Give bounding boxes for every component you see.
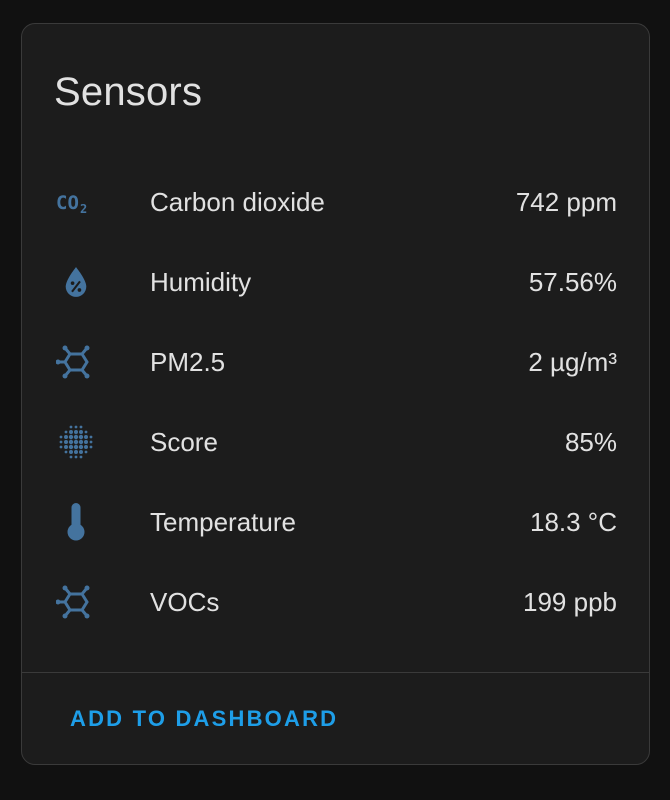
sensor-value: 57.56% — [528, 267, 617, 297]
sensor-row-pm25[interactable]: PM2.5 2 µg/m³ — [22, 320, 649, 400]
svg-text:CO: CO — [56, 192, 79, 214]
molecule-icon — [56, 582, 96, 622]
add-to-dashboard-button[interactable]: ADD TO DASHBOARD — [58, 698, 350, 740]
co2-icon: CO 2 — [56, 182, 96, 222]
card-title: Sensors — [54, 70, 203, 114]
sensor-row-vocs[interactable]: VOCs 199 ppb — [22, 560, 649, 640]
sensor-value: 85% — [564, 427, 617, 457]
sensor-row-temperature[interactable]: Temperature 18.3 °C — [22, 480, 649, 560]
sensor-value: 18.3 °C — [529, 507, 617, 537]
sensor-list: CO 2 Carbon dioxide 742 ppm Humidity 57.… — [22, 160, 649, 640]
sensor-row-humidity[interactable]: Humidity 57.56% — [22, 240, 649, 320]
sensor-value: 199 ppb — [523, 587, 617, 617]
dots-grid-icon — [56, 422, 96, 462]
sensor-label: Carbon dioxide — [150, 187, 325, 217]
sensor-label: PM2.5 — [150, 347, 226, 377]
thermometer-icon — [56, 502, 96, 542]
sensor-label: VOCs — [150, 587, 220, 617]
molecule-icon — [56, 342, 96, 382]
sensor-label: Temperature — [150, 507, 296, 537]
sensor-value: 742 ppm — [515, 187, 617, 217]
sensor-label: Humidity — [150, 267, 252, 297]
card-actions-divider — [22, 672, 649, 673]
sensor-row-score[interactable]: Score 85% — [22, 400, 649, 480]
sensor-label: Score — [150, 427, 218, 457]
svg-text:2: 2 — [80, 202, 87, 214]
sensor-row-carbon-dioxide[interactable]: CO 2 Carbon dioxide 742 ppm — [22, 160, 649, 240]
water-percent-icon — [56, 262, 96, 302]
sensor-value: 2 µg/m³ — [528, 347, 617, 377]
sensors-card: Sensors CO 2 Carbon dioxide 742 ppm Humi… — [21, 23, 650, 765]
